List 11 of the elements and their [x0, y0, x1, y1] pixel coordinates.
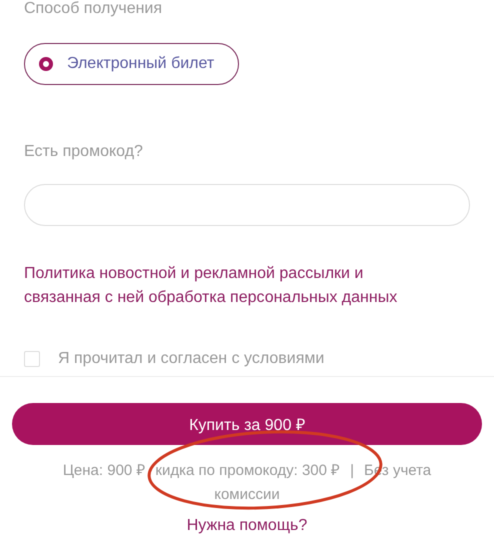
buy-button[interactable]: Купить за 900 ₽ [12, 403, 482, 445]
section-label: Способ получения [24, 0, 162, 19]
discount-text: кидка по промокоду: 300 ₽ [155, 461, 340, 481]
help-link[interactable]: Нужна помощь? [186, 517, 308, 535]
policy-link[interactable]: Политика новостной и рекламной рассылки и связанная с ней обработка персональных данных [24, 262, 444, 310]
radio-option[interactable]: Электронный билет [24, 43, 240, 85]
separator: | [350, 461, 354, 481]
checkbox-label: Я прочитал и согласен с условиями [58, 350, 324, 368]
price-text: Цена: 900 ₽ [62, 461, 146, 481]
field-label: Есть промокод? [24, 142, 143, 162]
commission-note: комиссии [214, 485, 280, 505]
